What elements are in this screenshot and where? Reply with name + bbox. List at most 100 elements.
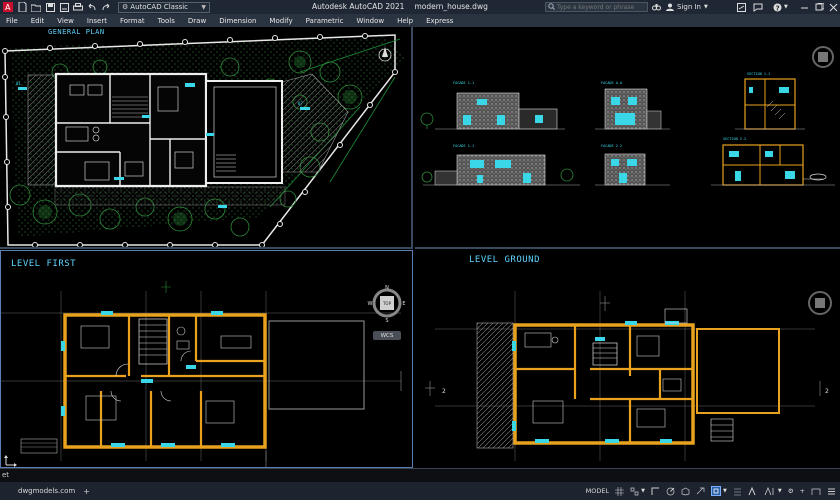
svg-text:07: 07 [298, 101, 303, 106]
svg-text:2: 2 [442, 388, 446, 395]
object-snap-tracking-icon[interactable] [696, 487, 705, 496]
svg-text:01: 01 [16, 81, 21, 86]
model-space-button[interactable]: MODEL [586, 487, 609, 495]
open-folder-icon[interactable] [30, 1, 42, 13]
menu-express[interactable]: Express [426, 17, 453, 25]
workspace-dropdown[interactable]: ⚙ AutoCAD Classic ▼ [118, 1, 210, 13]
facade-b: FACADE 2-2 [595, 144, 670, 186]
svg-text:N: N [385, 285, 389, 291]
elevations-drawing: FACADE 1-1 FACADE 1-1 FACADE A-A FACADE … [420, 72, 835, 186]
viewport-general-plan[interactable]: GENERAL PLAN 01 07 [0, 27, 413, 249]
svg-text:E: E [402, 301, 405, 307]
annotation-scale-icon[interactable] [764, 486, 776, 496]
polar-tracking-icon[interactable] [666, 487, 675, 496]
chevron-down-icon: ▼ [784, 4, 788, 10]
svg-text:FACADE 1-1: FACADE 1-1 [453, 81, 474, 85]
lineweight-icon[interactable] [733, 487, 742, 496]
app-menu-icon[interactable]: A [2, 1, 14, 13]
isodraft-icon[interactable] [681, 487, 690, 496]
file-name: modern_house.dwg [414, 2, 488, 11]
menu-draw[interactable]: Draw [188, 17, 206, 25]
chevron-down-icon[interactable]: ▼ [723, 488, 727, 494]
snap-icon[interactable] [630, 487, 639, 496]
svg-text:SECTION 2-2: SECTION 2-2 [723, 137, 746, 141]
app-title: Autodesk AutoCAD 2021 [312, 2, 405, 11]
search-box[interactable] [545, 2, 648, 12]
status-bar: MODEL ▼ ▼ ▼ ⚙ + [580, 482, 840, 500]
maximize-button[interactable] [815, 1, 824, 13]
user-icon [666, 3, 674, 11]
redo-icon[interactable] [100, 1, 112, 13]
menu-parametric[interactable]: Parametric [306, 17, 344, 25]
ortho-icon[interactable] [651, 487, 660, 496]
facade-2: FACADE 1-1 [421, 144, 580, 186]
menu-format[interactable]: Format [120, 17, 145, 25]
menu-modify[interactable]: Modify [269, 17, 292, 25]
menu-tools[interactable]: Tools [158, 17, 175, 25]
svg-text:FACADE 2-2: FACADE 2-2 [601, 144, 622, 148]
save-icon[interactable] [44, 1, 56, 13]
help-icon[interactable]: ? ▼ [773, 1, 788, 13]
viewcube[interactable]: TOP N S E W WCS [367, 285, 407, 345]
menu-file[interactable]: File [6, 17, 18, 25]
grid-icon[interactable] [615, 486, 625, 496]
minimize-button[interactable] [800, 1, 809, 13]
undo-icon[interactable] [86, 1, 98, 13]
sign-in-label: Sign In [677, 3, 701, 11]
sign-in-button[interactable]: Sign In ▼ [666, 1, 708, 13]
facade-1: FACADE 1-1 [420, 81, 565, 130]
viewport-level-ground[interactable]: LEVEL GROUND 2 2 [415, 251, 840, 468]
layout-tab[interactable]: dwgmodels.com [18, 487, 75, 495]
menu-help[interactable]: Help [397, 17, 413, 25]
save-as-icon[interactable] [58, 1, 70, 13]
wcs-label: WCS [380, 332, 394, 339]
menu-bar: File Edit View Insert Format Tools Draw … [0, 14, 840, 27]
viewport-elevations[interactable]: FACADE 1-1 FACADE 1-1 FACADE A-A FACADE … [415, 27, 840, 249]
new-file-icon[interactable] [16, 1, 28, 13]
svg-text:?: ? [776, 4, 780, 12]
compass-icon [808, 291, 832, 315]
menu-icon[interactable] [827, 487, 836, 496]
transparency-icon[interactable] [748, 486, 758, 496]
drawing-canvas[interactable]: GENERAL PLAN 01 07 FACADE 1-1 FACADE 1-1… [0, 27, 840, 468]
section-1: SECTION 1-1 [735, 72, 805, 130]
menu-insert[interactable]: Insert [87, 17, 107, 25]
viewport-level-first[interactable]: LEVEL FIRST TOP N S E W WCS [0, 250, 413, 468]
object-snap-icon[interactable] [711, 486, 721, 496]
wcs-menu-button[interactable]: WCS [373, 331, 401, 340]
search-icon [548, 2, 555, 12]
plus-icon[interactable]: + [800, 487, 805, 495]
menu-view[interactable]: View [57, 17, 74, 25]
menu-window[interactable]: Window [357, 17, 385, 25]
svg-text:A: A [5, 3, 11, 12]
menu-edit[interactable]: Edit [31, 17, 45, 25]
chevron-down-icon[interactable]: ▼ [778, 488, 782, 494]
compass-icon [812, 46, 834, 68]
exchange-apps-icon[interactable] [737, 1, 746, 13]
search-input[interactable] [557, 3, 645, 11]
svg-text:2: 2 [825, 388, 829, 395]
svg-text:S: S [385, 318, 388, 324]
menu-dimension[interactable]: Dimension [219, 17, 256, 25]
viewcube-top-right[interactable] [810, 37, 836, 77]
svg-text:W: W [368, 301, 373, 307]
close-button[interactable] [829, 1, 838, 13]
units-icon[interactable] [811, 487, 821, 496]
window-title: Autodesk AutoCAD 2021 modern_house.dwg [312, 2, 498, 11]
chevron-down-icon[interactable]: ▼ [641, 488, 645, 494]
gear-icon: ⚙ [122, 3, 129, 11]
facade-a: FACADE A-A [595, 81, 670, 130]
stay-connected-icon[interactable] [753, 1, 763, 13]
plot-icon[interactable] [72, 1, 84, 13]
viewcube-top-text: TOP [382, 301, 392, 306]
add-layout-icon[interactable]: + [83, 487, 90, 496]
svg-text:FACADE 1-1: FACADE 1-1 [453, 144, 474, 148]
viewcube-bottom-right[interactable] [805, 285, 835, 325]
binoculars-icon[interactable] [652, 1, 661, 13]
command-line[interactable]: et [0, 468, 840, 482]
general-plan-drawing: 01 07 [2, 33, 405, 247]
svg-text:SECTION 1-1: SECTION 1-1 [747, 72, 770, 76]
chevron-down-icon: ▼ [201, 3, 206, 11]
section-2: SECTION 2-2 [711, 137, 835, 186]
workspace-switch-icon[interactable]: ⚙ [788, 487, 794, 495]
